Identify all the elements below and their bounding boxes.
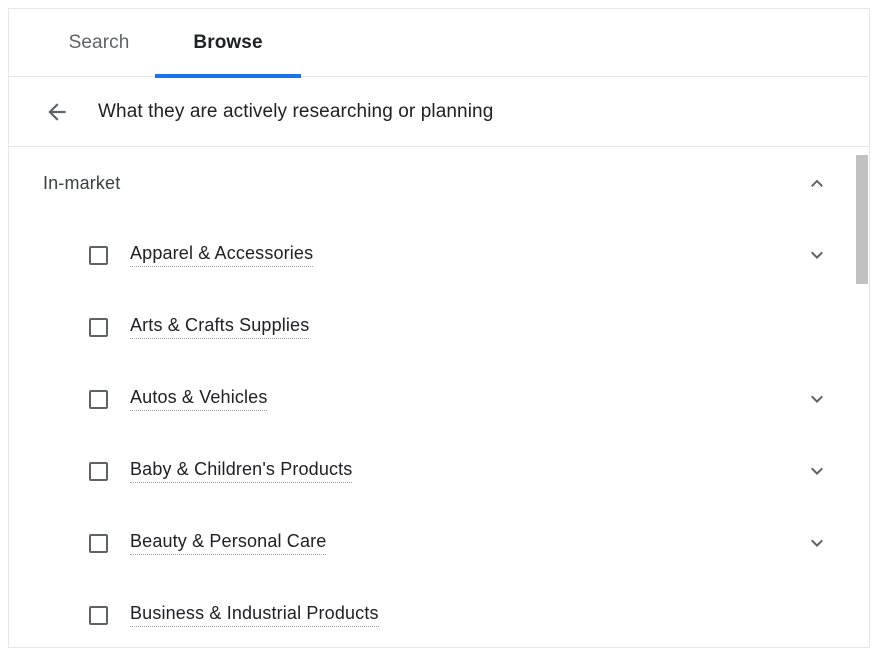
group-header-in-market[interactable]: In-market <box>9 147 869 219</box>
tab-search-label: Search <box>68 31 130 53</box>
list-item-label: Beauty & Personal Care <box>130 531 327 555</box>
checkbox-baby-childrens-products[interactable] <box>89 461 108 481</box>
list-item[interactable]: Baby & Children's Products <box>9 435 869 507</box>
list-item[interactable]: Arts & Crafts Supplies <box>9 291 869 363</box>
list-item-label: Baby & Children's Products <box>130 459 353 483</box>
page-title: What they are actively researching or pl… <box>98 100 494 122</box>
list-item[interactable]: Business & Industrial Products <box>9 579 869 647</box>
checkbox-business-industrial-products[interactable] <box>89 605 108 625</box>
category-list: In-market Apparel & Accessories Arts & C… <box>9 147 869 647</box>
list-item-label: Arts & Crafts Supplies <box>130 315 310 339</box>
list-item[interactable]: Beauty & Personal Care <box>9 507 869 579</box>
breadcrumb-header: What they are actively researching or pl… <box>9 77 869 147</box>
tab-search[interactable]: Search <box>43 9 155 77</box>
chevron-placeholder <box>805 315 829 339</box>
chevron-down-icon[interactable] <box>805 531 829 555</box>
list-item-label: Apparel & Accessories <box>130 243 314 267</box>
list-item[interactable]: Autos & Vehicles <box>9 363 869 435</box>
chevron-placeholder <box>805 603 829 627</box>
tab-bar: Search Browse <box>9 9 869 78</box>
category-list-area: In-market Apparel & Accessories Arts & C… <box>9 147 869 647</box>
list-item-label: Autos & Vehicles <box>130 387 268 411</box>
list-item[interactable]: Apparel & Accessories <box>9 219 869 291</box>
list-scrollbar-thumb[interactable] <box>856 155 868 284</box>
checkbox-beauty-personal-care[interactable] <box>89 533 108 553</box>
chevron-down-icon[interactable] <box>805 459 829 483</box>
group-title: In-market <box>43 172 121 193</box>
arrow-left-icon <box>44 99 70 125</box>
list-item-label: Business & Industrial Products <box>130 603 379 627</box>
chevron-down-icon[interactable] <box>805 387 829 411</box>
checkbox-apparel-accessories[interactable] <box>89 245 108 265</box>
list-scrollbar-track[interactable] <box>855 147 869 647</box>
checkbox-autos-vehicles[interactable] <box>89 389 108 409</box>
browse-panel: Search Browse What they are actively res… <box>8 8 870 648</box>
checkbox-arts-crafts-supplies[interactable] <box>89 317 108 337</box>
chevron-up-icon[interactable] <box>805 171 829 195</box>
back-button[interactable] <box>39 94 75 130</box>
tab-browse-label: Browse <box>193 31 263 53</box>
chevron-down-icon[interactable] <box>805 243 829 267</box>
tab-browse[interactable]: Browse <box>155 9 301 78</box>
